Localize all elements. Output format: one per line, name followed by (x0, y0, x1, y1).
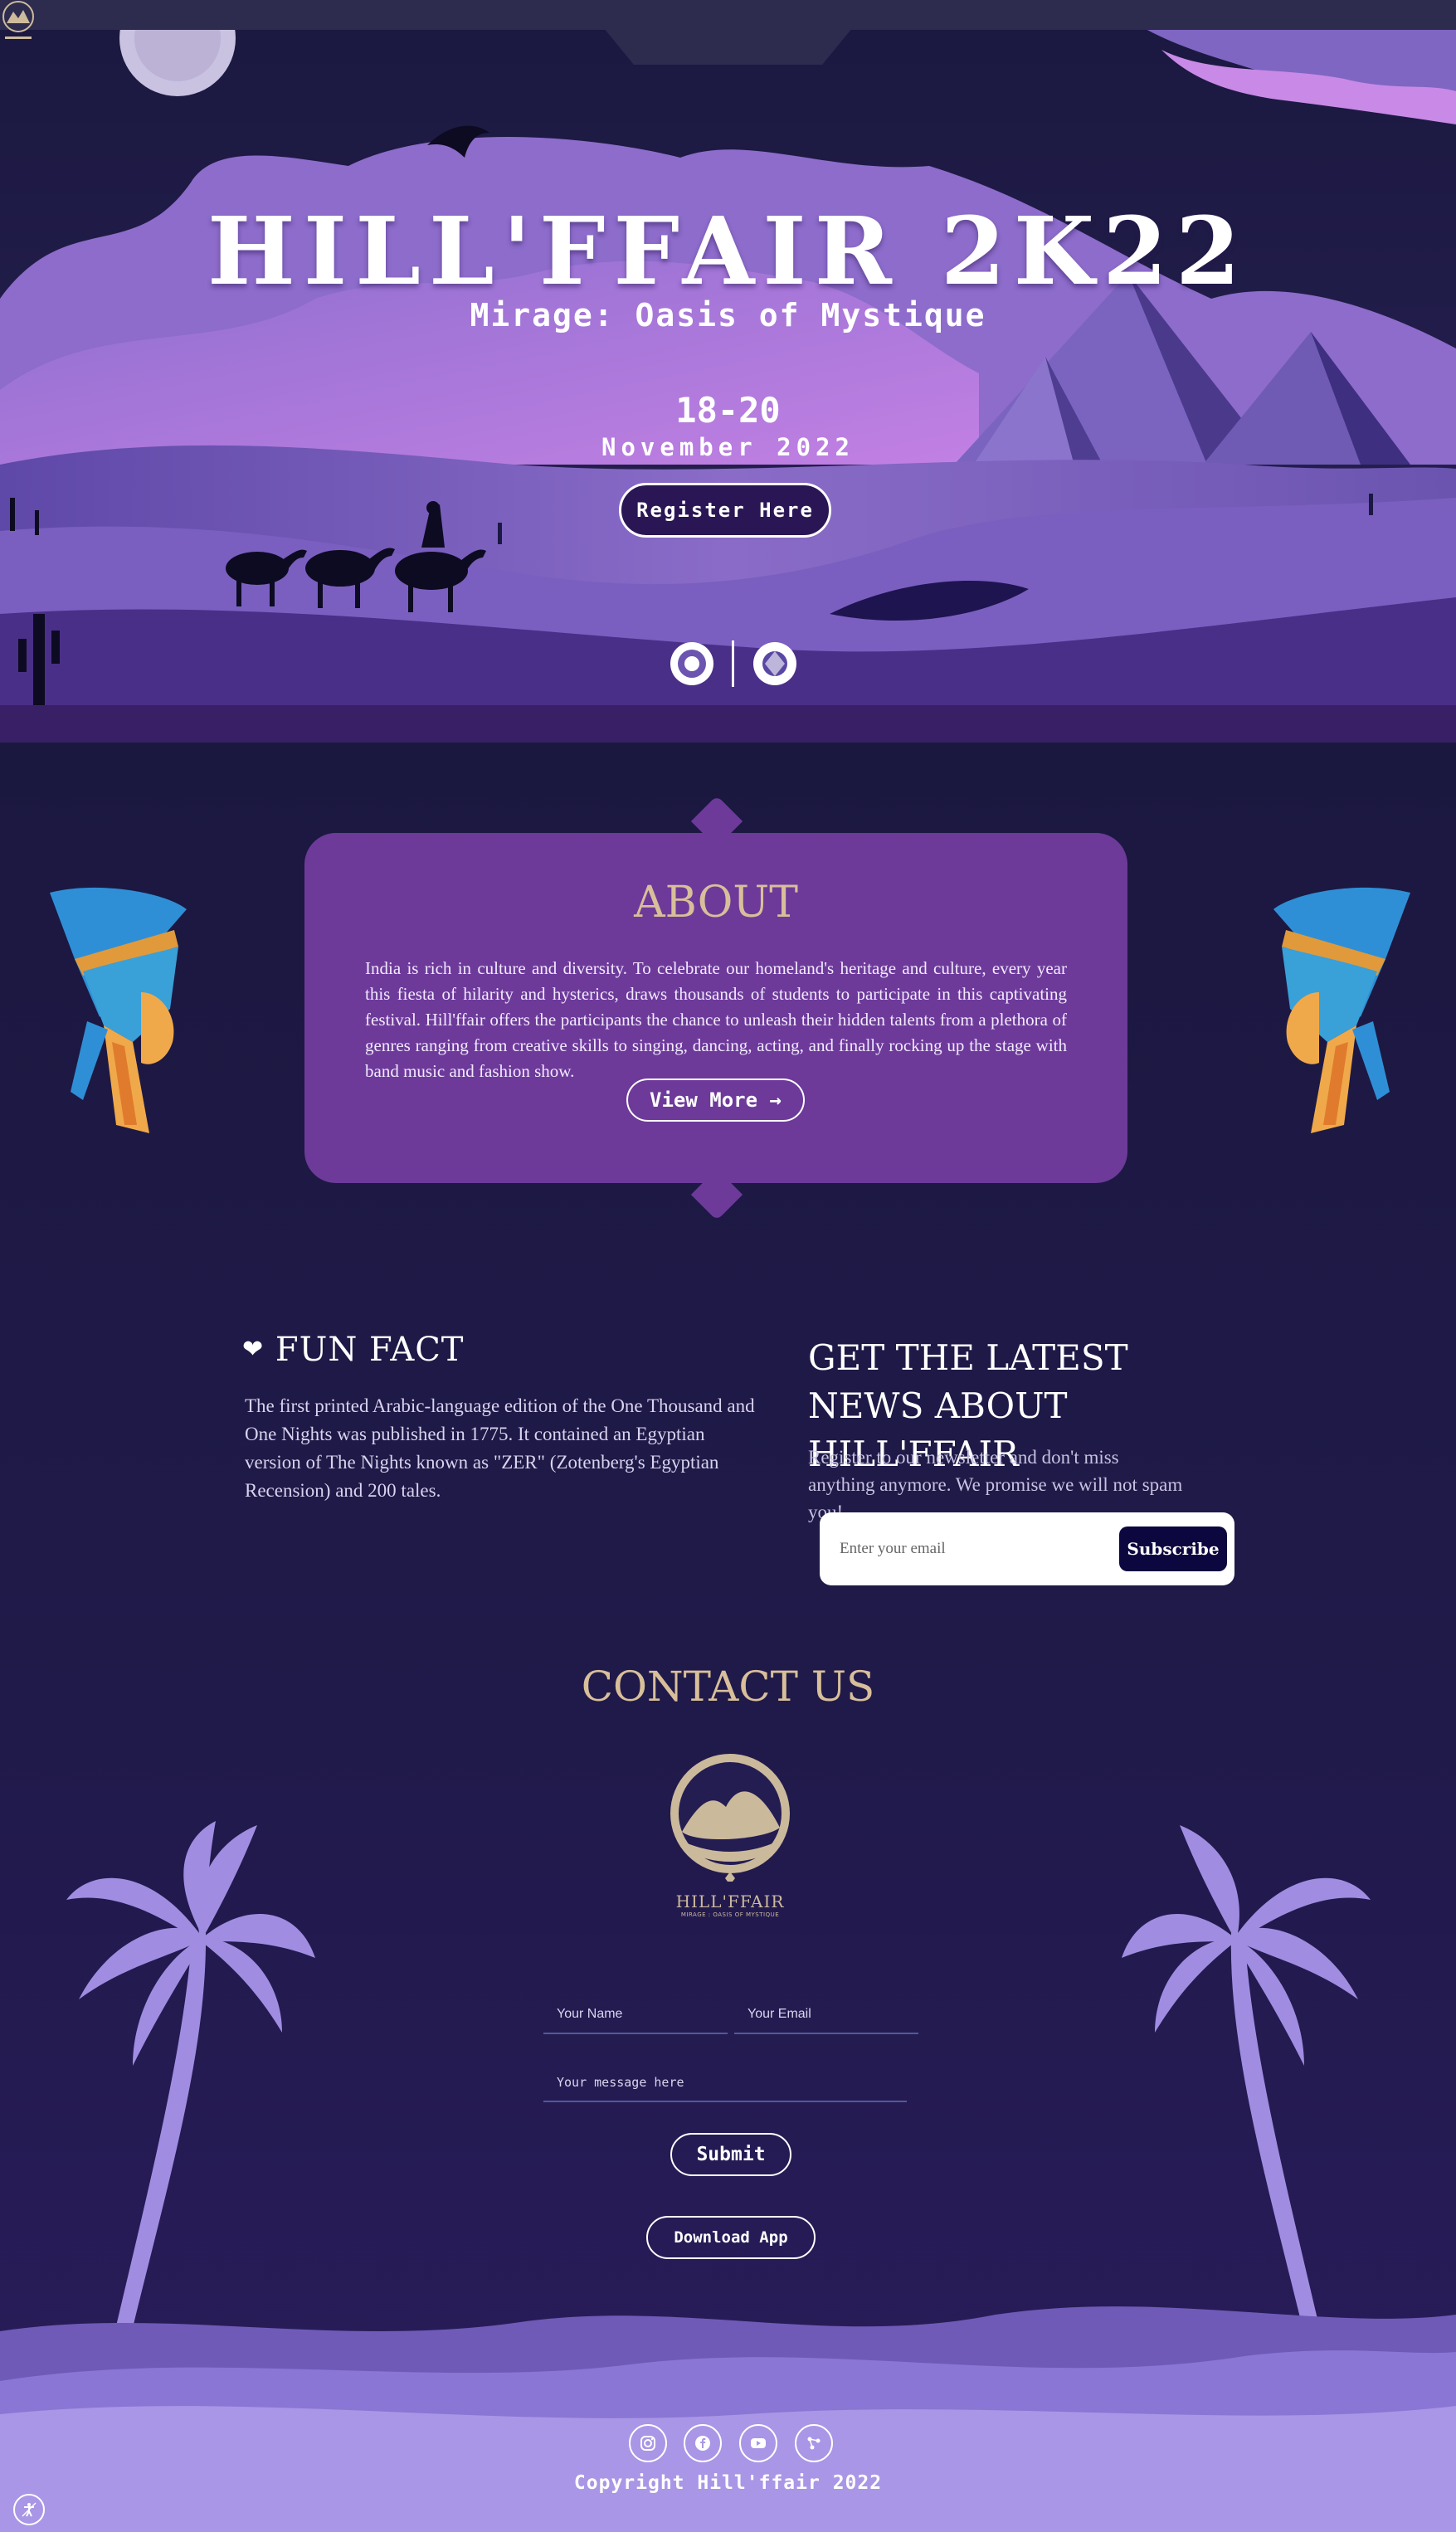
newsletter-email-input[interactable] (840, 1530, 1105, 1568)
hillffair-logo-icon[interactable] (0, 0, 37, 46)
about-title: ABOUT (634, 878, 798, 928)
accessibility-icon[interactable] (13, 2494, 45, 2525)
arrow-right-icon: → (769, 1088, 782, 1112)
fun-fact-text: The first printed Arabic-language editio… (245, 1395, 755, 1501)
contact-title: CONTACT US (581, 1663, 875, 1711)
hero-dates: 18-20 (675, 390, 781, 431)
fun-fact-title: FUN FACT (275, 1331, 465, 1369)
heart-icon: ❤ (242, 1335, 265, 1364)
subscribe-button[interactable]: Subscribe (1119, 1527, 1227, 1571)
hero-month: November 2022 (601, 433, 855, 461)
desert-landscape (0, 0, 1456, 743)
instagram-icon[interactable] (629, 2424, 667, 2462)
pharaoh-left-image (50, 887, 187, 1133)
hero-bottom-band (0, 705, 1456, 743)
youtube-icon[interactable] (739, 2424, 777, 2462)
about-text: India is rich in culture and diversity. … (365, 958, 1067, 1081)
sponsor-logos (669, 639, 798, 689)
fun-fact-heading: ❤ FUN FACT (242, 1331, 465, 1369)
link-icon[interactable] (795, 2424, 833, 2462)
gear-logo-icon (670, 642, 713, 685)
footer-landscape (0, 1821, 1456, 2532)
view-more-button[interactable]: View More → (626, 1079, 805, 1122)
hero-subtitle: Mirage: Oasis of Mystique (470, 297, 986, 334)
copyright-text: Copyright Hill'ffair 2022 (573, 2472, 883, 2494)
palm-tree-left (66, 1821, 315, 2398)
register-button[interactable]: Register Here (619, 483, 831, 538)
pharaoh-right-image (1273, 887, 1410, 1133)
view-more-label: View More (650, 1088, 758, 1112)
facebook-icon[interactable] (684, 2424, 722, 2462)
aperture-logo-icon (753, 642, 796, 685)
hero-section: HILL'FFAIR 2K22 Mirage: Oasis of Mystiqu… (0, 0, 1456, 743)
hero-title: HILL'FFAIR 2K22 (207, 197, 1249, 306)
